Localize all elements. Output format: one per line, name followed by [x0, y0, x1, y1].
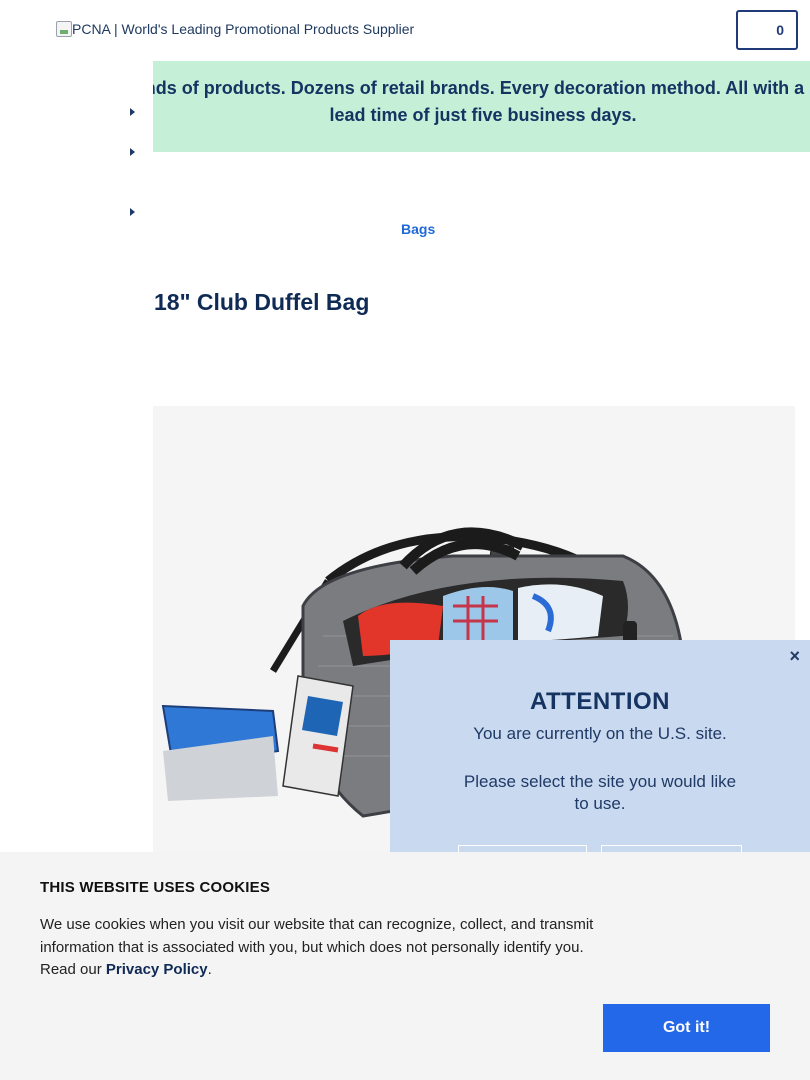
caret-right-icon[interactable] [130, 108, 135, 116]
logo-alt-text: PCNA | World's Leading Promotional Produ… [72, 21, 415, 37]
cookie-body-suffix: . [207, 961, 212, 978]
cart-count: 0 [776, 22, 784, 38]
cookie-banner-title: THIS WEBSITE USES COOKIES [40, 879, 271, 896]
modal-title: ATTENTION [529, 688, 671, 715]
broken-image-icon [56, 21, 72, 37]
cookie-banner: THIS WEBSITE USES COOKIES We use cookies… [0, 852, 810, 1080]
caret-right-icon[interactable] [130, 208, 135, 216]
caret-right-icon[interactable] [130, 148, 135, 156]
cookie-banner-text: We use cookies when you visit our websit… [40, 914, 610, 982]
privacy-policy-link[interactable]: Privacy Policy [106, 961, 208, 978]
promo-banner: Thousands of products. Dozens of retail … [153, 61, 810, 152]
accept-cookies-button[interactable]: Got it! [603, 1004, 770, 1052]
modal-select-site-text: Please select the site you would like to… [463, 772, 737, 813]
site-logo[interactable]: PCNA | World's Leading Promotional Produ… [56, 21, 414, 37]
promo-banner-text: Thousands of products. Dozens of retail … [153, 78, 810, 125]
modal-current-site-text: You are currently on the U.S. site. [473, 724, 727, 743]
close-icon[interactable]: × [789, 646, 800, 666]
breadcrumb-bags[interactable]: Bags [401, 221, 435, 237]
cart-button[interactable]: 0 [736, 10, 798, 50]
product-title: 18" Club Duffel Bag [154, 289, 370, 315]
site-select-modal: × ATTENTION You are currently on the U.S… [390, 640, 810, 885]
site-header: PCNA | World's Leading Promotional Produ… [0, 0, 810, 61]
